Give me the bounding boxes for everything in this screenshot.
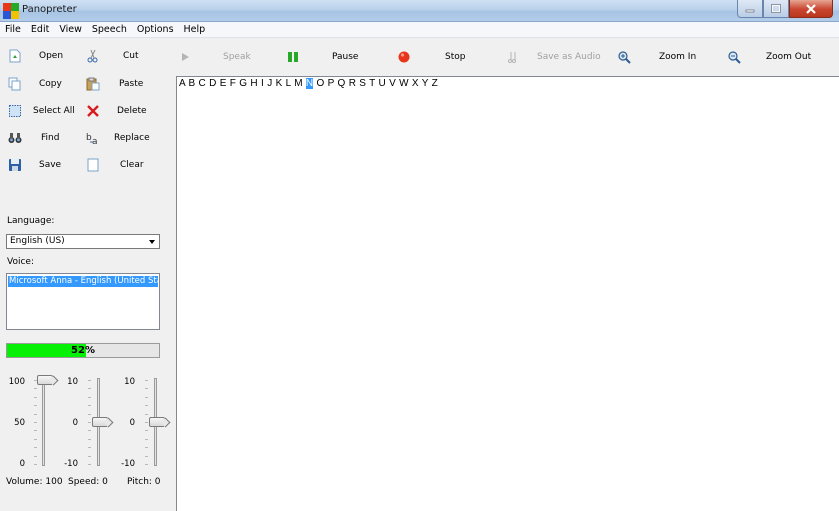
replace-label: Replace [114,133,150,143]
left-panel: Open Cut Copy Paste Select All Delete Fi… [0,38,176,511]
pitch-value-label: Pitch: 0 [127,477,161,487]
volume-max-label: 100 [8,377,25,387]
minimize-icon [745,9,755,12]
zoom-in-icon [618,51,631,64]
volume-value-label: Volume: 100 [6,477,63,487]
zoom-out-icon [728,51,741,64]
maximize-button[interactable] [763,0,789,18]
find-button[interactable]: Find [8,128,78,148]
volume-slider-thumb[interactable] [37,375,53,385]
pitch-max-label: 10 [124,377,135,387]
menu-speech[interactable]: Speech [87,22,132,37]
menu-edit[interactable]: Edit [26,22,54,37]
panopreter-app-icon [3,3,19,19]
save-as-audio-button[interactable]: Save as Audio [506,42,601,72]
open-button[interactable]: Open [8,46,78,66]
speak-button[interactable]: Speak [178,42,251,72]
blank-page-icon [87,158,99,172]
speed-max-label: 10 [67,377,78,387]
speed-min-label: -10 [64,459,78,469]
dropdown-arrow-icon [149,240,155,244]
speech-toolbar: Speak Pause Stop Save as Audio Zoom In Z… [176,42,839,72]
language-label: Language: [7,216,55,226]
speed-mid-label: 0 [72,418,78,428]
save-button[interactable]: Save [8,155,78,175]
minimize-button[interactable] [737,0,763,18]
replace-button[interactable]: ba Replace [86,128,156,148]
window-title: Panopreter [22,4,77,15]
scissors-icon [87,49,98,63]
document-text: A B C D E F G H I J K L M N O P Q R S T … [179,78,438,89]
select-all-button[interactable]: Select All [8,101,78,121]
pitch-mid-label: 0 [129,418,135,428]
copy-icon [8,77,21,91]
save-label: Save [39,160,62,170]
speak-label: Speak [223,52,251,62]
pause-icon [288,52,298,62]
pitch-min-label: -10 [121,459,135,469]
close-button[interactable] [789,0,833,18]
open-file-icon [9,49,21,63]
cut-button[interactable]: Cut [86,46,156,66]
audio-file-icon [508,52,516,63]
paste-icon [86,77,100,91]
document-text-area[interactable]: A B C D E F G H I J K L M N O P Q R S T … [176,76,839,511]
delete-button[interactable]: Delete [86,101,156,121]
menu-view[interactable]: View [54,22,87,37]
stop-button[interactable]: Stop [397,42,465,72]
copy-button[interactable]: Copy [8,74,78,94]
text-before-highlight: A B C D E F G H I J K L M [179,78,306,89]
replace-icon: ba [86,133,98,145]
speech-progress-bar: 52% [6,343,160,358]
pause-label: Pause [332,52,359,62]
speed-slider-thumb[interactable] [92,417,108,427]
speed-value-label: Speed: 0 [68,477,108,487]
title-bar: Panopreter [0,0,839,22]
menu-file[interactable]: File [0,22,26,37]
clear-label: Clear [120,160,144,170]
zoom-out-button[interactable]: Zoom Out [727,42,811,72]
volume-ticks [34,380,38,465]
select-all-label: Select All [33,106,75,116]
maximize-icon [771,4,781,13]
voice-option-selected[interactable]: Microsoft Anna - English (United States) [8,276,158,287]
voice-label: Voice: [7,257,34,267]
binoculars-icon [8,133,22,143]
language-select[interactable]: English (US) [6,234,160,249]
find-label: Find [41,133,60,143]
zoom-out-label: Zoom Out [766,52,812,62]
pause-button[interactable]: Pause [286,42,358,72]
language-selected-value: English (US) [10,236,65,246]
select-all-icon [9,105,21,117]
floppy-disk-icon [9,159,21,171]
save-as-audio-label: Save as Audio [537,52,601,62]
svg-text:a: a [92,137,98,145]
pitch-slider-thumb[interactable] [149,417,165,427]
volume-mid-label: 50 [14,418,25,428]
text-after-highlight: O P Q R S T U V W X Y Z [313,78,439,89]
zoom-in-button[interactable]: Zoom In [617,42,696,72]
menu-help[interactable]: Help [179,22,211,37]
delete-x-icon [87,105,99,117]
stop-label: Stop [445,52,466,62]
volume-min-label: 0 [19,459,25,469]
cut-label: Cut [123,51,139,61]
paste-label: Paste [119,79,144,89]
progress-percent: 52% [71,345,95,356]
open-label: Open [39,51,64,61]
voice-listbox[interactable]: Microsoft Anna - English (United States) [6,273,160,330]
menu-options[interactable]: Options [132,22,179,37]
menu-bar: File Edit View Speech Options Help [0,22,839,38]
zoom-in-label: Zoom In [659,52,697,62]
stop-icon [398,51,410,63]
delete-label: Delete [117,106,147,116]
play-icon [182,53,189,61]
volume-slider-track[interactable] [42,378,45,466]
copy-label: Copy [39,79,62,89]
paste-button[interactable]: Paste [86,74,156,94]
clear-button[interactable]: Clear [86,155,156,175]
close-icon [806,3,816,14]
